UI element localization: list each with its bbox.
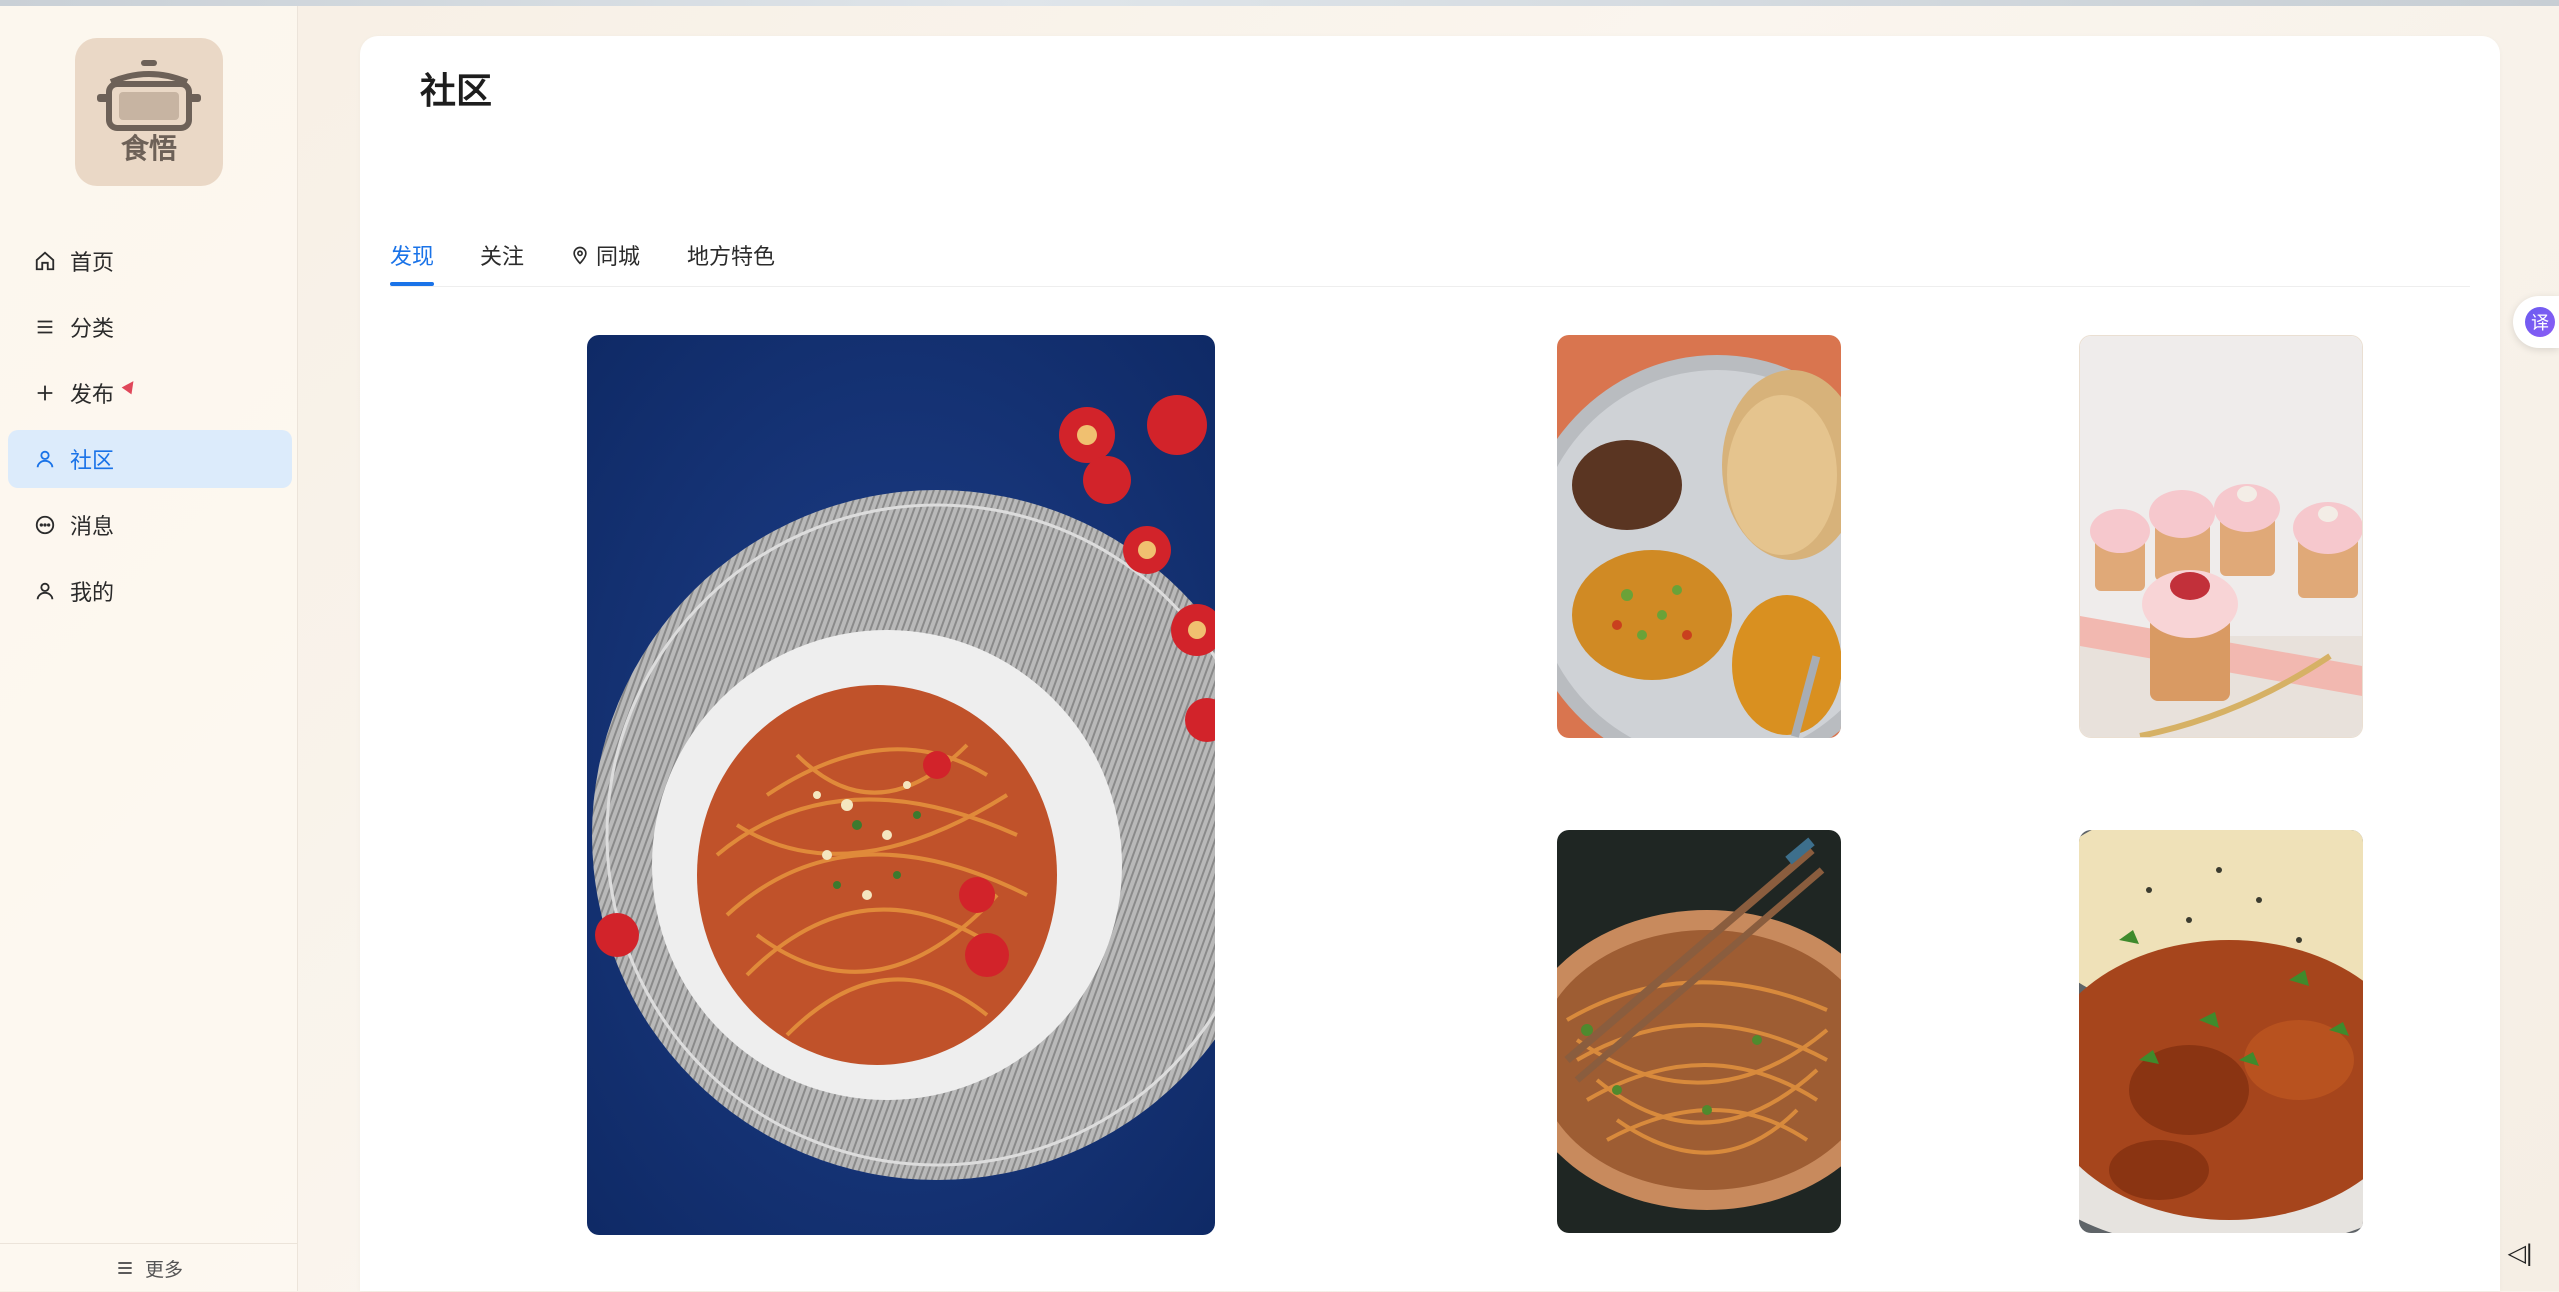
- more-button[interactable]: 更多: [0, 1243, 298, 1292]
- sidebar-item-home[interactable]: 首页: [8, 232, 292, 290]
- tab-follow[interactable]: 关注: [480, 238, 524, 272]
- sidebar: 食悟 首页 分类 发布 社区 消息 我的 更多: [0, 6, 298, 1291]
- sidebar-item-publish[interactable]: 发布: [8, 364, 292, 422]
- noodles-image: [1557, 830, 1841, 1233]
- more-label: 更多: [144, 1259, 183, 1281]
- tab-bar: 发现 关注 同城 地方特色: [390, 200, 2470, 287]
- post-card-spaghetti[interactable]: [587, 335, 1215, 1235]
- menu-icon: [34, 316, 56, 338]
- collapse-panel-button[interactable]: ◁|: [2500, 1236, 2540, 1270]
- svg-text:食悟: 食悟: [121, 132, 177, 165]
- menu-icon: [118, 1262, 132, 1274]
- cooking-pot-icon: 食悟: [97, 60, 201, 165]
- sidebar-item-category[interactable]: 分类: [8, 298, 292, 356]
- user-icon: [34, 448, 56, 470]
- chat-icon: [34, 514, 56, 536]
- active-tab-indicator: [390, 282, 435, 286]
- user-icon: [34, 580, 56, 602]
- sidebar-item-label: 消息: [70, 514, 115, 539]
- tab-discover[interactable]: 发现: [390, 238, 435, 286]
- tab-local-specialty[interactable]: 地方特色: [687, 238, 775, 272]
- sidebar-item-label: 社区: [70, 448, 115, 473]
- window-top-bar: [0, 0, 2559, 6]
- tab-nearby[interactable]: 同城: [570, 238, 640, 272]
- sidebar-item-label: 首页: [70, 250, 115, 275]
- sidebar-item-messages[interactable]: 消息: [8, 496, 292, 554]
- sidebar-item-community[interactable]: 社区: [8, 430, 292, 488]
- post-card-thali[interactable]: [1557, 335, 1841, 738]
- tab-label: 发现: [390, 244, 435, 269]
- post-card-curry[interactable]: [2079, 830, 2363, 1233]
- main-content: 社区 发现 关注 同城 地方特色: [360, 36, 2500, 1291]
- home-icon: [34, 250, 56, 272]
- plus-icon: [34, 382, 56, 404]
- post-card-cupcakes[interactable]: [2079, 335, 2363, 738]
- sidebar-item-label: 发布: [70, 382, 115, 407]
- new-badge-icon: [121, 377, 139, 395]
- post-card-noodles[interactable]: [1557, 830, 1841, 1233]
- curry-naan-image: [2079, 830, 2363, 1233]
- location-pin-icon: [573, 246, 587, 265]
- app-logo[interactable]: 食悟: [75, 38, 223, 186]
- sidebar-item-label: 分类: [70, 316, 115, 341]
- spaghetti-image: [587, 335, 1215, 1235]
- sidebar-item-mine[interactable]: 我的: [8, 562, 292, 620]
- sidebar-nav: 首页 分类 发布 社区 消息 我的: [8, 232, 292, 628]
- thali-platter-image: [1557, 335, 1841, 738]
- translate-button[interactable]: 译: [2513, 296, 2559, 348]
- tab-label: 地方特色: [687, 244, 776, 269]
- sidebar-item-label: 我的: [70, 580, 115, 605]
- page-title: 社区: [420, 70, 493, 111]
- cupcakes-image: [2080, 336, 2362, 737]
- tab-label: 关注: [480, 244, 525, 269]
- translate-icon: 译: [2525, 307, 2555, 337]
- tab-label: 同城: [596, 244, 641, 269]
